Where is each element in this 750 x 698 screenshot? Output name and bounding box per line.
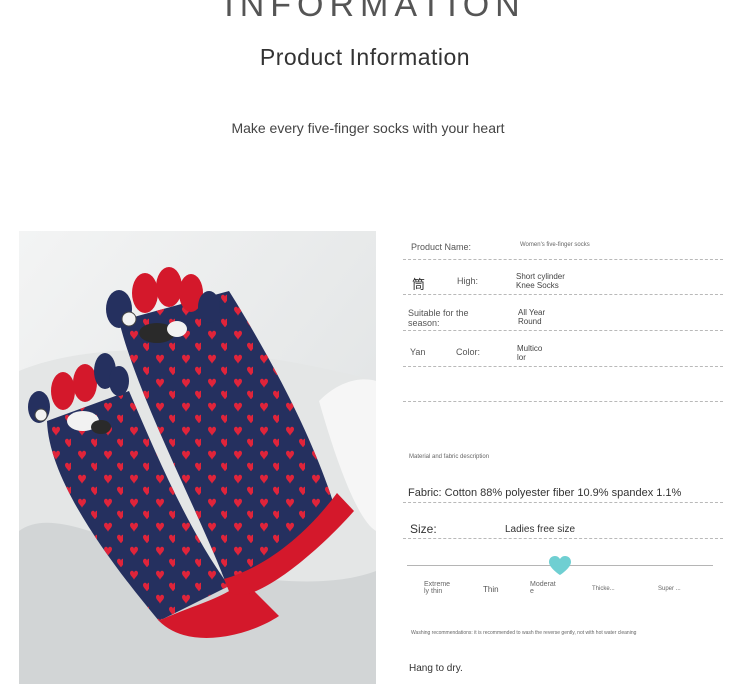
thickness-label-line: Moderat <box>530 581 556 588</box>
thickness-moderate: Moderat e <box>530 581 556 595</box>
thickness-label-line: Extreme <box>424 581 451 588</box>
row-divider <box>403 259 723 260</box>
season-label-line-2: season: <box>408 318 440 328</box>
row-divider <box>403 330 723 331</box>
thickness-thick: Thicke... <box>592 586 615 592</box>
season-label-line-1: Suitable for the <box>408 308 469 318</box>
size-value: Ladies free size <box>505 524 576 535</box>
size-label: Size: <box>410 522 437 536</box>
row-divider <box>403 538 723 539</box>
banner-heading: INFORMATION <box>224 0 526 24</box>
product-name-label: Product Name: <box>411 242 472 252</box>
row-divider <box>403 294 723 295</box>
thickness-extremely-thin: Extreme ly thin <box>424 581 450 595</box>
season-value-line-1: All Year <box>518 308 546 317</box>
thickness-super: Super ... <box>658 586 681 592</box>
fabric-composition: Fabric: Cotton 88% polyester fiber 10.9%… <box>408 487 682 499</box>
material-heading: Material and fabric description <box>409 454 490 460</box>
color-label: Color: <box>456 347 481 357</box>
yan-label: Yan <box>410 347 426 357</box>
high-value-line-2: Knee Socks <box>516 281 559 290</box>
thickness-label-line: ly thin <box>424 588 443 595</box>
high-value: Short cylinder Knee Socks <box>516 272 565 290</box>
heart-marker-icon <box>548 555 572 577</box>
season-label: Suitable for the season: <box>408 308 469 328</box>
product-photo <box>19 231 376 684</box>
high-value-line-1: Short cylinder <box>516 272 565 281</box>
color-value: Multico lor <box>517 344 542 362</box>
row-divider <box>403 366 723 367</box>
hang-to-dry: Hang to dry. <box>409 663 463 674</box>
color-value-line-1: Multico <box>517 344 543 353</box>
color-value-line-2: lor <box>517 353 526 362</box>
page-subtitle: Make every five-finger socks with your h… <box>231 120 505 136</box>
product-name-value: Women's five-finger socks <box>520 242 590 248</box>
washing-note: Washing recommendations: it is recommend… <box>411 630 637 636</box>
season-value-line-2: Round <box>518 317 542 326</box>
row-divider <box>403 502 723 503</box>
page-title: Product Information <box>259 44 471 70</box>
row-divider <box>403 401 723 402</box>
jian-character: 筒 <box>412 277 426 292</box>
high-label: High: <box>457 276 479 286</box>
thickness-thin: Thin <box>483 585 499 594</box>
season-value: All Year Round <box>518 308 545 326</box>
thickness-label-line: e <box>530 588 534 595</box>
